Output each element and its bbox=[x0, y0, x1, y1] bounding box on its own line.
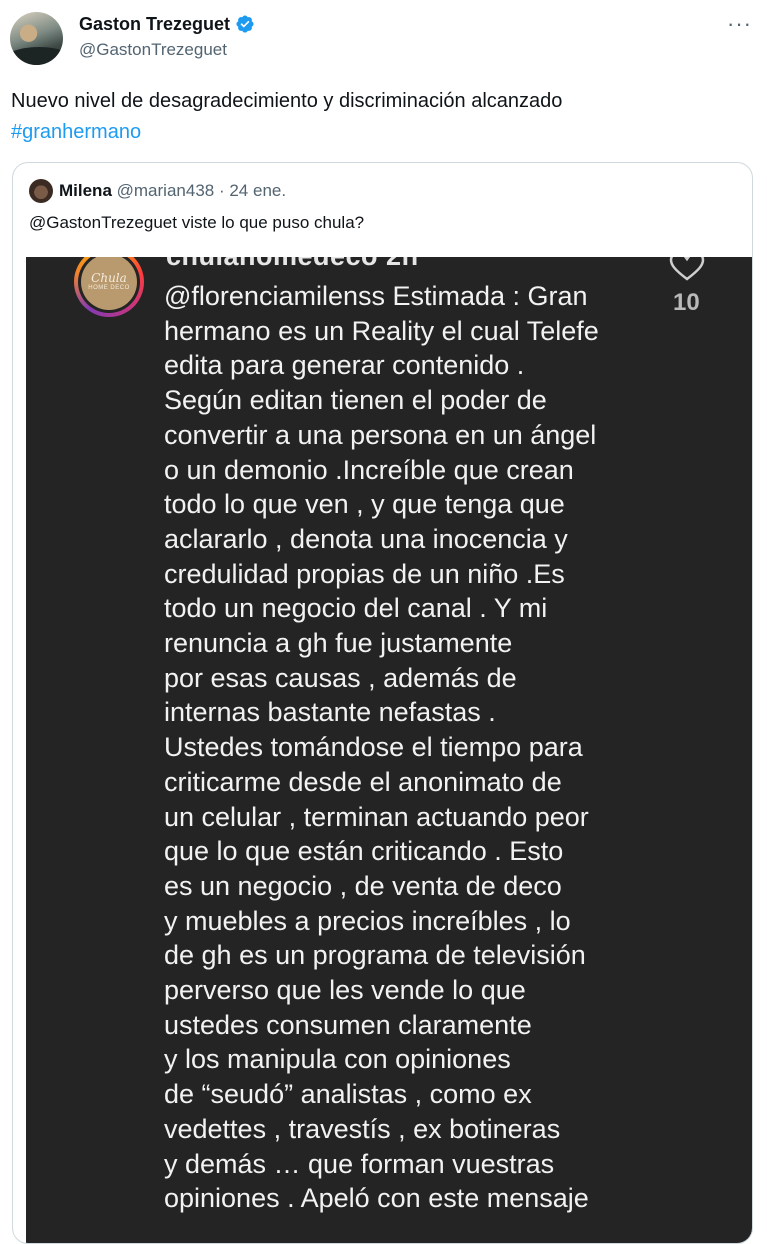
hashtag-link[interactable]: #granhermano bbox=[11, 117, 751, 148]
author-name[interactable]: Gaston Trezeguet bbox=[79, 13, 230, 35]
comment-line: aclararlo , denota una inocencia y bbox=[164, 523, 568, 554]
comment-line: internas bastante nefastas . bbox=[164, 697, 496, 728]
like-count: 10 bbox=[673, 289, 700, 316]
heart-icon bbox=[669, 257, 705, 281]
comment-line: criticarme desde el anonimato de bbox=[164, 766, 562, 797]
comment-line: perverso que les vende lo que bbox=[164, 975, 526, 1006]
quoted-author-name: Milena bbox=[59, 181, 112, 200]
comment-line: es un negocio , de venta de deco bbox=[164, 870, 562, 901]
comment-line: edita para generar contenido . bbox=[164, 350, 525, 381]
comment-line: y demás … que forman vuestras bbox=[164, 1148, 555, 1179]
comment-line: ustedes consumen claramente bbox=[164, 1009, 532, 1040]
comment-line: por esas causas , además de bbox=[164, 662, 517, 693]
chula-logo: Chula HOME DECO bbox=[81, 257, 137, 310]
comment-line: hermano es un Reality el cual Telefe bbox=[164, 315, 599, 346]
comment-line: vedettes , travestís , ex botineras bbox=[164, 1113, 561, 1144]
comment-line: de “seudó” analistas , como ex bbox=[164, 1079, 532, 1110]
tweet-text: Nuevo nivel de desagradecimiento y discr… bbox=[11, 86, 751, 148]
comment-line: Ustedes tomándose el tiempo para bbox=[164, 732, 583, 763]
quoted-tweet[interactable]: Milena @marian438 · 24 ene. @GastonTreze… bbox=[12, 162, 753, 1244]
comment-screenshot[interactable]: Chula HOME DECO chulahomedeco 2h 10 @flo… bbox=[26, 257, 752, 1243]
comment-line: convertir a una persona en un ángel bbox=[164, 419, 597, 450]
comment-line: que lo que están criticando . Esto bbox=[164, 836, 564, 867]
comment-line: y los manipula con opiniones bbox=[164, 1044, 511, 1075]
tweet-body: Nuevo nivel de desagradecimiento y discr… bbox=[11, 90, 563, 112]
comment-line: de gh es un programa de televisión bbox=[164, 940, 586, 971]
comment-line: y muebles a precios increíbles , lo bbox=[164, 905, 571, 936]
comment-line: renuncia a gh fue justamente bbox=[164, 628, 513, 659]
quoted-header: Milena @marian438 · 24 ene. bbox=[59, 180, 286, 202]
quoted-author-avatar bbox=[29, 179, 53, 203]
author-avatar[interactable] bbox=[10, 12, 63, 65]
chula-avatar: Chula HOME DECO bbox=[74, 257, 144, 317]
quoted-author-handle: @marian438 bbox=[116, 181, 215, 200]
author-name-row: Gaston Trezeguet bbox=[79, 13, 255, 35]
comment-line: todo un negocio del canal . Y mi bbox=[164, 593, 548, 624]
comment-line: todo lo que ven , y que tenga que bbox=[164, 489, 565, 520]
comment-line: opiniones . Apeló con este mensaje bbox=[164, 1183, 589, 1214]
verified-badge-icon bbox=[235, 14, 255, 34]
comment-line: @florenciamilenss Estimada : Gran bbox=[164, 281, 588, 311]
quoted-date: · 24 ene. bbox=[218, 181, 287, 200]
comment-line: un celular , terminan actuando peor bbox=[164, 801, 589, 832]
comment-username: chulahomedeco 2h bbox=[166, 257, 419, 272]
more-options-icon[interactable]: ··· bbox=[727, 13, 752, 35]
comment-line: credulidad propias de un niño .Es bbox=[164, 558, 565, 589]
author-handle[interactable]: @GastonTrezeguet bbox=[79, 40, 227, 60]
comment-text: @florenciamilenss Estimada : Gran hermano… bbox=[164, 279, 664, 1216]
comment-line: o un demonio .Increíble que crean bbox=[164, 454, 574, 485]
comment-line: Según editan tienen el poder de bbox=[164, 385, 547, 416]
quoted-text: @GastonTrezeguet viste lo que puso chula… bbox=[29, 213, 365, 232]
